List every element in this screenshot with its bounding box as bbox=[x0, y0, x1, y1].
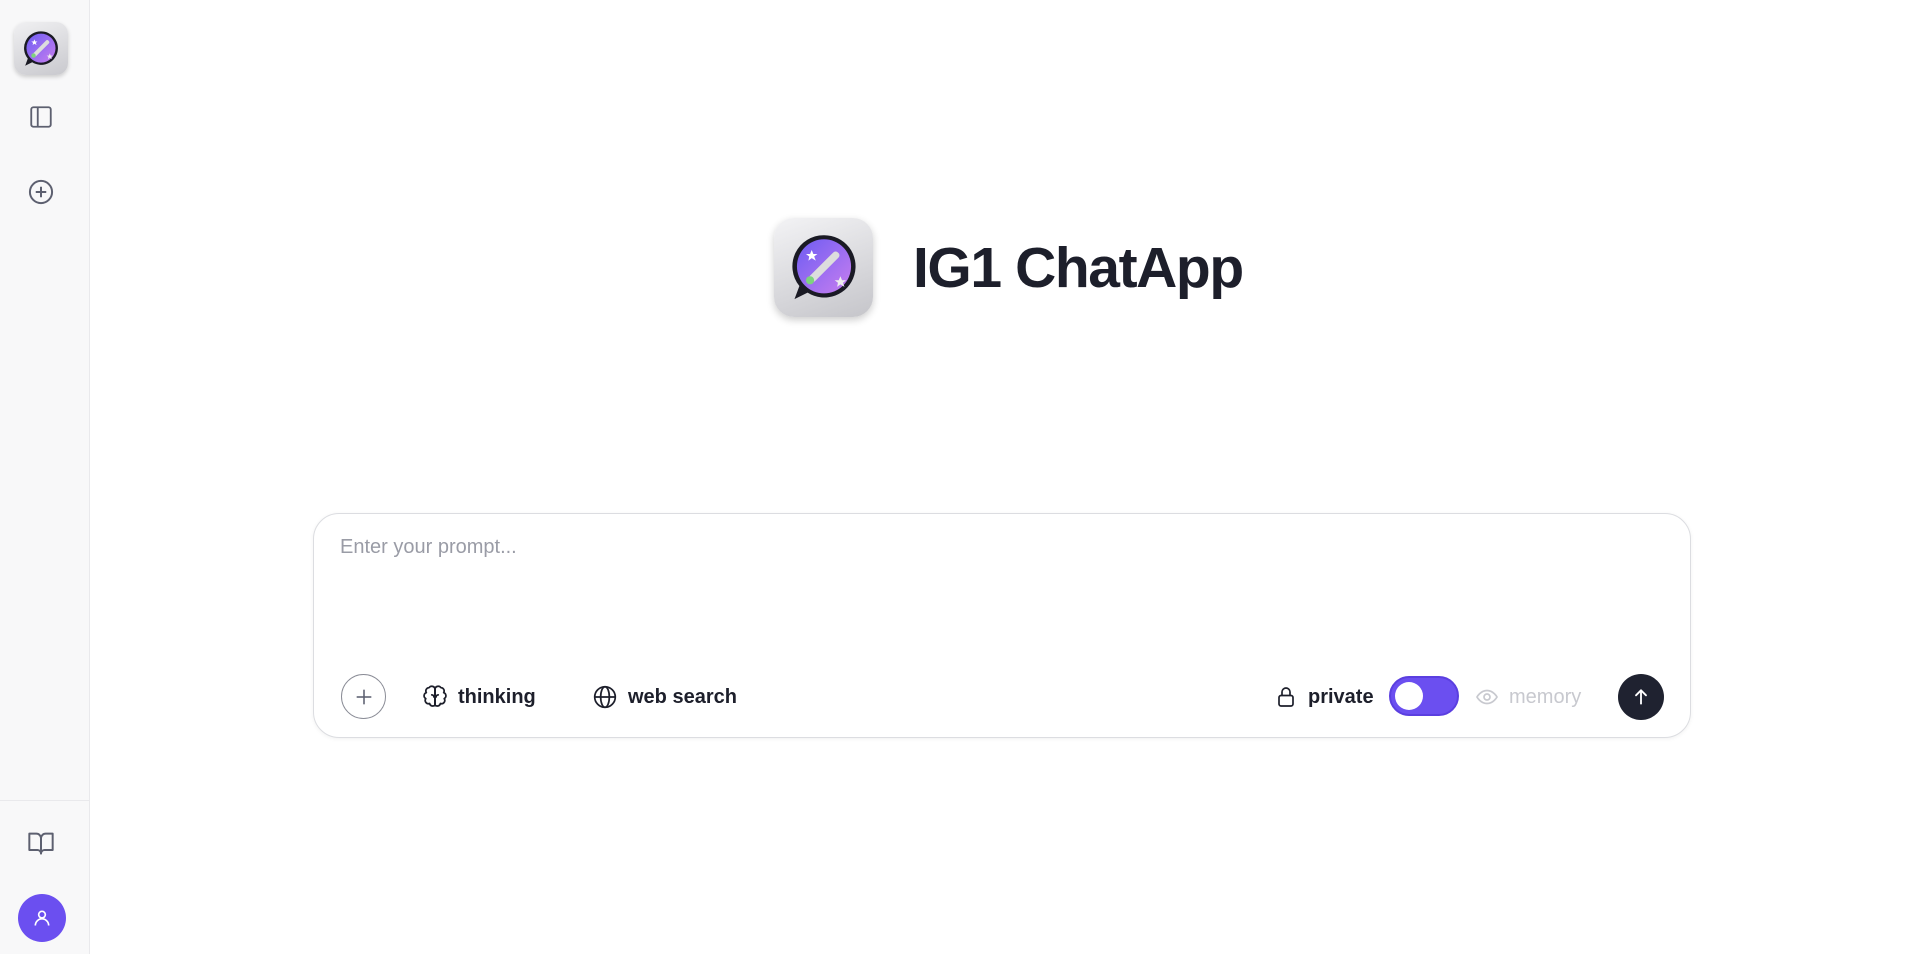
memory-toggle-button[interactable]: memory bbox=[1475, 679, 1581, 715]
globe-icon bbox=[593, 685, 617, 709]
new-chat-button[interactable] bbox=[21, 172, 61, 212]
plus-icon bbox=[356, 689, 371, 704]
private-toggle-switch[interactable] bbox=[1389, 676, 1459, 716]
app-title: IG1 ChatApp bbox=[913, 236, 1244, 300]
thinking-label: thinking bbox=[458, 685, 536, 708]
thinking-toggle-button[interactable]: thinking bbox=[422, 679, 536, 715]
magic-wand-chat-bubble-icon bbox=[24, 30, 58, 66]
send-button[interactable] bbox=[1618, 674, 1664, 720]
toggle-knob bbox=[1395, 682, 1423, 710]
memory-label: memory bbox=[1509, 685, 1582, 708]
user-avatar-button[interactable] bbox=[18, 894, 66, 942]
sidebar-panel-icon bbox=[30, 106, 52, 128]
sidebar bbox=[0, 0, 90, 954]
brain-icon bbox=[423, 685, 447, 707]
plus-circle-icon bbox=[28, 179, 54, 205]
book-open-icon bbox=[28, 832, 54, 855]
lock-icon bbox=[1278, 687, 1294, 707]
prompt-input[interactable] bbox=[340, 536, 1660, 616]
arrow-up-icon bbox=[1635, 689, 1647, 705]
docs-button[interactable] bbox=[21, 823, 61, 863]
private-label: private bbox=[1308, 685, 1374, 708]
hero-app-logo bbox=[774, 218, 873, 317]
toggle-sidebar-button[interactable] bbox=[21, 97, 61, 137]
sidebar-divider bbox=[0, 800, 90, 801]
private-indicator: private bbox=[1274, 679, 1374, 715]
eye-icon bbox=[1476, 689, 1498, 705]
user-icon bbox=[34, 910, 50, 926]
app-logo[interactable] bbox=[14, 22, 68, 75]
prompt-composer: thinking web search private memory bbox=[313, 513, 1691, 738]
web-search-label: web search bbox=[628, 685, 737, 708]
attach-button[interactable] bbox=[341, 674, 386, 719]
magic-wand-chat-bubble-icon bbox=[791, 234, 856, 299]
web-search-toggle-button[interactable]: web search bbox=[592, 679, 737, 715]
